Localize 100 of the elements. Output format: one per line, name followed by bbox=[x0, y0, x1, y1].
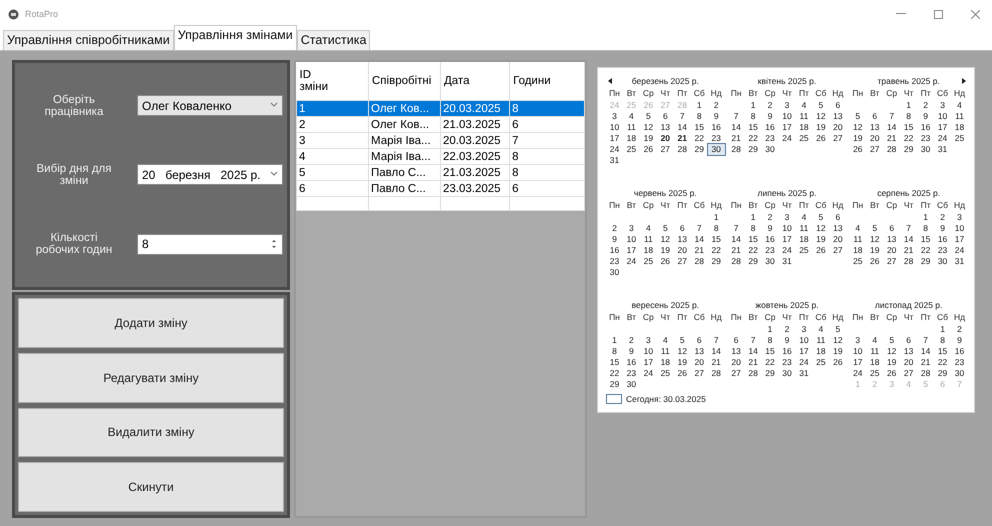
calendar-day[interactable]: 2 bbox=[778, 324, 796, 335]
calendar-day[interactable]: 12 bbox=[812, 111, 830, 122]
calendar-day[interactable]: 21 bbox=[917, 357, 934, 368]
calendar-day[interactable]: 18 bbox=[795, 122, 812, 133]
calendar-day[interactable]: 13 bbox=[866, 122, 884, 133]
calendar-day[interactable]: 16 bbox=[606, 245, 623, 256]
calendar-day[interactable]: 9 bbox=[917, 111, 934, 122]
table-row[interactable]: 6 Павло С... 23.03.2025 6 bbox=[296, 180, 584, 196]
calendar-day[interactable]: 15 bbox=[934, 346, 952, 357]
calendar-day[interactable]: 11 bbox=[656, 346, 674, 357]
calendar-day[interactable]: 7 bbox=[883, 111, 900, 122]
hours-spinner[interactable]: 8 bbox=[137, 234, 283, 255]
calendar-day[interactable]: 26 bbox=[640, 144, 657, 155]
calendar-day[interactable]: 25 bbox=[951, 133, 968, 144]
calendar-day[interactable]: 5 bbox=[883, 335, 900, 346]
calendar-day[interactable]: 17 bbox=[622, 245, 640, 256]
calendar-day[interactable]: 24 bbox=[778, 245, 796, 256]
calendar-day[interactable]: 20 bbox=[829, 122, 846, 133]
calendar-day[interactable]: 1 bbox=[606, 335, 623, 346]
calendar-day[interactable]: 24 bbox=[622, 256, 640, 267]
calendar-day[interactable]: 17 bbox=[606, 133, 623, 144]
calendar-day[interactable]: 5 bbox=[812, 100, 830, 111]
calendar-day[interactable]: 29 bbox=[744, 144, 762, 155]
month-title[interactable]: жовтень 2025 р. bbox=[755, 300, 819, 310]
calendar-day[interactable]: 24 bbox=[934, 133, 952, 144]
calendar-day[interactable]: 8 bbox=[900, 111, 918, 122]
calendar-day[interactable]: 19 bbox=[640, 133, 657, 144]
calendar-day[interactable]: 21 bbox=[900, 245, 918, 256]
calendar-day[interactable]: 13 bbox=[829, 111, 846, 122]
calendar-day[interactable]: 13 bbox=[674, 234, 691, 245]
calendar-day[interactable]: 14 bbox=[708, 346, 725, 357]
calendar-day[interactable]: 14 bbox=[690, 234, 708, 245]
calendar-day[interactable]: 10 bbox=[849, 346, 866, 357]
table-row[interactable]: 1 Олег Ков... 20.03.2025 8 bbox=[296, 100, 584, 116]
calendar-day[interactable]: 7 bbox=[900, 223, 918, 234]
calendar-day[interactable]: 19 bbox=[674, 357, 691, 368]
calendar-day[interactable]: 19 bbox=[849, 133, 866, 144]
calendar-day[interactable]: 3 bbox=[606, 111, 623, 122]
calendar-day[interactable]: 14 bbox=[674, 122, 691, 133]
calendar-day[interactable]: 2 bbox=[606, 223, 623, 234]
calendar-day[interactable]: 22 bbox=[917, 245, 934, 256]
calendar-day[interactable]: 20 bbox=[656, 133, 674, 144]
calendar-day[interactable]: 13 bbox=[829, 223, 846, 234]
calendar-day[interactable]: 7 bbox=[728, 111, 745, 122]
calendar-day[interactable]: 20 bbox=[690, 357, 708, 368]
calendar-day[interactable]: 1 bbox=[708, 212, 725, 223]
calendar-day[interactable]: 2 bbox=[622, 335, 640, 346]
calendar-day[interactable]: 23 bbox=[622, 368, 640, 379]
calendar-day[interactable]: 26 bbox=[829, 357, 846, 368]
calendar-day[interactable]: 2 bbox=[951, 324, 968, 335]
employee-dropdown[interactable]: Олег Коваленко bbox=[137, 95, 283, 116]
calendar-day[interactable]: 8 bbox=[606, 346, 623, 357]
calendar-day[interactable]: 18 bbox=[795, 234, 812, 245]
calendar-day[interactable]: 20 bbox=[866, 133, 884, 144]
calendar-day[interactable]: 5 bbox=[866, 223, 884, 234]
calendar-day[interactable]: 30 bbox=[762, 144, 779, 155]
calendar-day[interactable]: 9 bbox=[778, 335, 796, 346]
calendar-day[interactable]: 7 bbox=[708, 335, 725, 346]
calendar-day[interactable]: 1 bbox=[900, 100, 918, 111]
calendar-day[interactable]: 27 bbox=[656, 144, 674, 155]
calendar-day[interactable]: 23 bbox=[762, 133, 779, 144]
calendar-day[interactable]: 7 bbox=[728, 223, 745, 234]
calendar-day[interactable]: 29 bbox=[762, 368, 779, 379]
calendar-day[interactable]: 20 bbox=[728, 357, 745, 368]
calendar-day[interactable]: 20 bbox=[883, 245, 900, 256]
calendar-day[interactable]: 27 bbox=[866, 144, 884, 155]
calendar-day[interactable]: 22 bbox=[900, 133, 918, 144]
calendar-day[interactable]: 24 bbox=[795, 357, 812, 368]
calendar-day[interactable]: 14 bbox=[917, 346, 934, 357]
calendar-day[interactable]: 28 bbox=[744, 368, 762, 379]
calendar-day[interactable]: 21 bbox=[728, 133, 745, 144]
calendar-day[interactable]: 4 bbox=[866, 335, 884, 346]
calendar-day[interactable]: 8 bbox=[917, 223, 934, 234]
calendar-day[interactable]: 3 bbox=[640, 335, 657, 346]
calendar-day[interactable]: 30 bbox=[917, 144, 934, 155]
calendar-day[interactable]: 22 bbox=[708, 245, 725, 256]
calendar-day[interactable]: 4 bbox=[622, 111, 640, 122]
calendar-day[interactable]: 11 bbox=[640, 234, 657, 245]
calendar-day[interactable]: 23 bbox=[917, 133, 934, 144]
calendar-day[interactable]: 25 bbox=[795, 245, 812, 256]
calendar-day[interactable]: 25 bbox=[849, 256, 866, 267]
calendar-day[interactable]: 4 bbox=[640, 223, 657, 234]
today-link[interactable]: Сегодня: 30.03.2025 bbox=[626, 394, 706, 404]
calendar-day[interactable]: 4 bbox=[795, 212, 812, 223]
calendar-day[interactable]: 13 bbox=[690, 346, 708, 357]
calendar-day[interactable]: 6 bbox=[829, 100, 846, 111]
calendar-day[interactable]: 24 bbox=[849, 368, 866, 379]
calendar-day[interactable]: 6 bbox=[883, 223, 900, 234]
table-row[interactable]: 2 Олег Ков... 21.03.2025 6 bbox=[296, 116, 584, 132]
calendar-day[interactable]: 8 bbox=[744, 223, 762, 234]
calendar-day[interactable]: 26 bbox=[656, 256, 674, 267]
calendar-day[interactable]: 8 bbox=[708, 223, 725, 234]
calendar-day[interactable]: 5 bbox=[674, 335, 691, 346]
calendar-day[interactable]: 2 bbox=[762, 100, 779, 111]
calendar-day[interactable]: 15 bbox=[708, 234, 725, 245]
calendar-day[interactable]: 18 bbox=[951, 122, 968, 133]
calendar-day[interactable]: 4 bbox=[656, 335, 674, 346]
calendar-day[interactable]: 6 bbox=[866, 111, 884, 122]
calendar-day[interactable]: 31 bbox=[606, 155, 623, 166]
calendar-day[interactable]: 10 bbox=[622, 234, 640, 245]
